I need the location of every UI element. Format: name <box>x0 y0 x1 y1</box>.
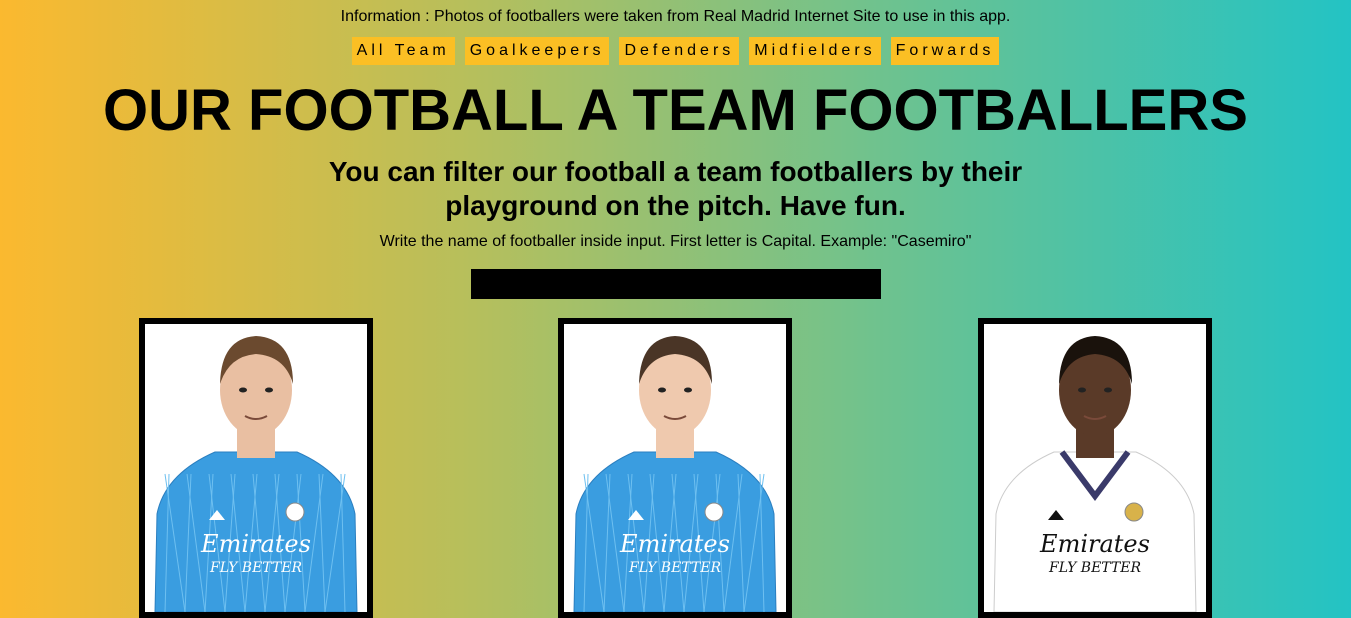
eye <box>239 387 247 393</box>
player-photo: Emirates FLY BETTER <box>573 336 777 612</box>
sponsor-subtext: FLY BETTER <box>1048 560 1141 576</box>
search-input[interactable] <box>471 269 881 299</box>
eye <box>265 387 273 393</box>
filter-bar: All Team Goalkeepers Defenders Midfielde… <box>0 37 1351 65</box>
filter-goalkeepers-button[interactable]: Goalkeepers <box>464 37 610 65</box>
sponsor-subtext: FLY BETTER <box>628 560 721 576</box>
sponsor-subtext: FLY BETTER <box>209 560 302 576</box>
sponsor-text: Emirates <box>200 530 311 558</box>
club-crest-icon <box>704 502 724 522</box>
search-hint: Write the name of footballer inside inpu… <box>379 233 972 250</box>
eye <box>1078 387 1086 393</box>
sponsor-text: Emirates <box>1039 530 1150 558</box>
eye <box>658 387 666 393</box>
player-card[interactable]: Emirates FLY BETTER <box>139 318 373 618</box>
player-photo: Emirates FLY BETTER <box>993 336 1197 612</box>
player-photo: Emirates FLY BETTER <box>154 336 358 612</box>
club-crest-icon <box>285 502 305 522</box>
eye <box>1104 387 1112 393</box>
page-subtitle: You can filter our football a team footb… <box>328 156 1023 221</box>
filter-forwards-button[interactable]: Forwards <box>890 37 1000 65</box>
eye <box>684 387 692 393</box>
club-crest-icon <box>1124 502 1144 522</box>
filter-defenders-button[interactable]: Defenders <box>619 37 740 65</box>
page-title: OUR FOOTBALL A TEAM FOOTBALLERS <box>103 78 1248 143</box>
sponsor-text: Emirates <box>619 530 730 558</box>
player-card[interactable]: Emirates FLY BETTER <box>558 318 792 618</box>
filter-all-team-button[interactable]: All Team <box>351 37 455 65</box>
filter-midfielders-button[interactable]: Midfielders <box>749 37 881 65</box>
player-card[interactable]: Emirates FLY BETTER <box>978 318 1212 618</box>
info-text: Information : Photos of footballers were… <box>340 8 1011 25</box>
